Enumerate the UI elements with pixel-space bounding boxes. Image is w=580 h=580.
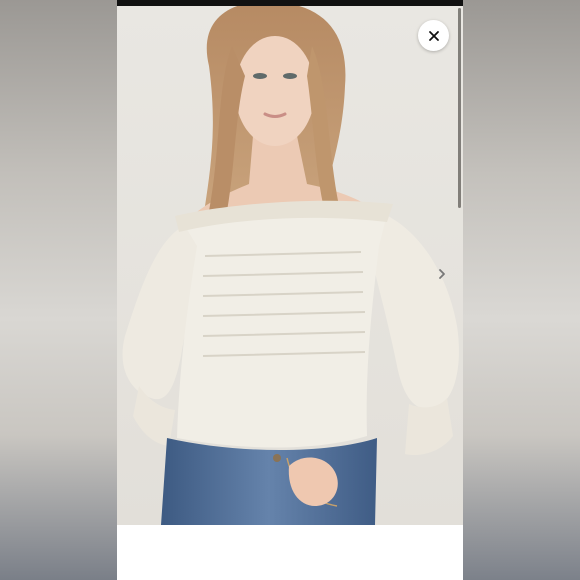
- close-button[interactable]: [418, 20, 449, 51]
- top-body: [177, 204, 389, 448]
- model-photo-illustration: [117, 6, 463, 525]
- blurred-background-right: [463, 0, 580, 580]
- blurred-background-left: [0, 0, 117, 580]
- eye-left: [253, 73, 267, 79]
- face: [235, 36, 315, 146]
- jeans: [161, 438, 377, 525]
- scrollbar[interactable]: [458, 8, 461, 208]
- jeans-button: [273, 454, 281, 462]
- close-icon: [428, 30, 439, 41]
- photo-viewer: [0, 0, 580, 580]
- eye-right: [283, 73, 297, 79]
- below-photo-area: [117, 525, 463, 580]
- next-image-button[interactable]: [434, 265, 450, 283]
- product-photo[interactable]: [117, 6, 463, 525]
- chevron-right-icon: [439, 269, 445, 279]
